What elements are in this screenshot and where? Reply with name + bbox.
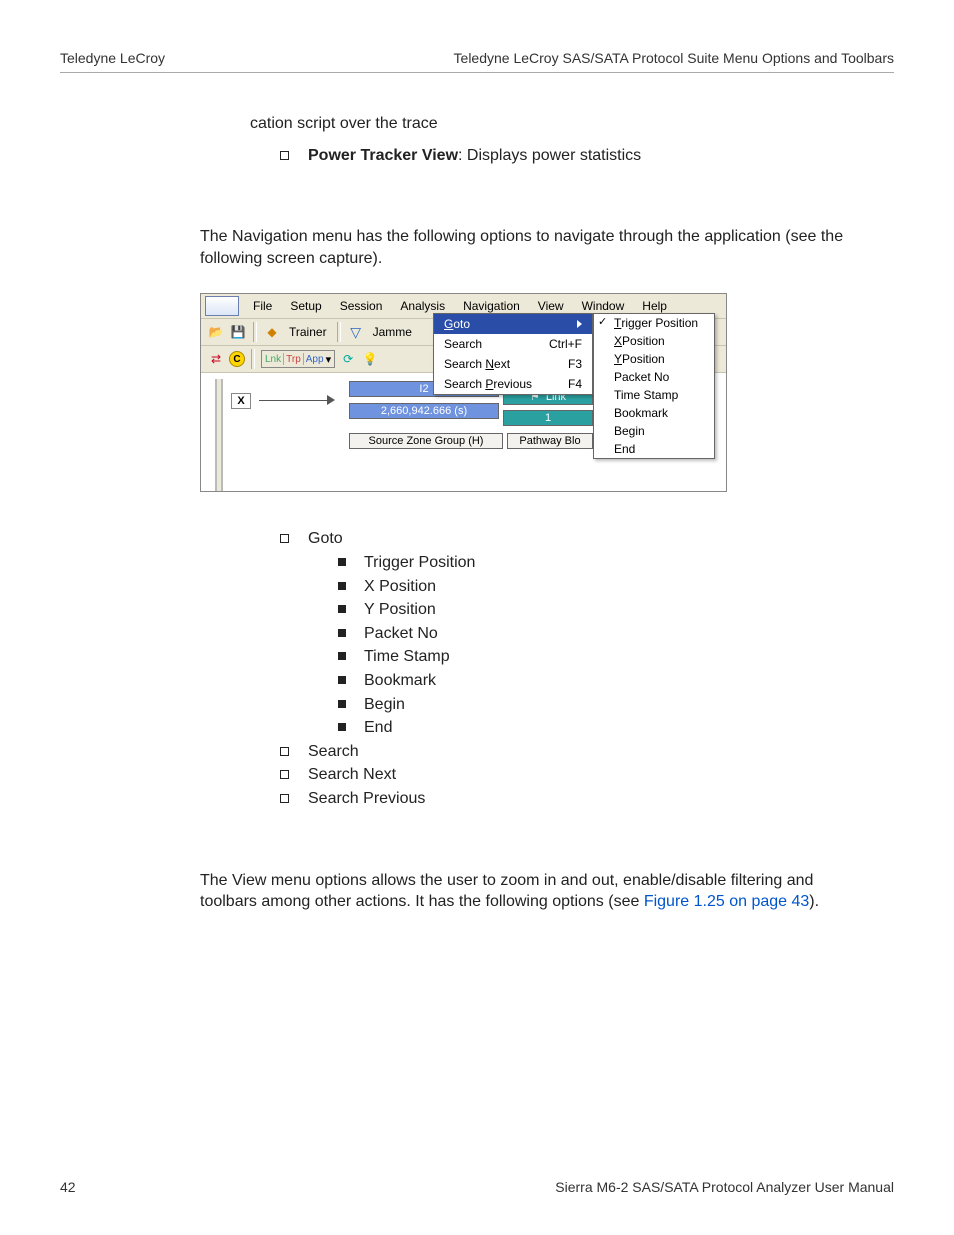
open-icon[interactable]: 📂 [207, 323, 225, 341]
refresh-icon[interactable]: ⟳ [339, 350, 357, 368]
li-search: Search [280, 741, 854, 763]
lnk-tab[interactable]: Lnk [265, 354, 281, 365]
top-fragment-line: cation script over the trace [250, 113, 854, 135]
x-cursor-icon[interactable]: X [231, 393, 251, 409]
nav-goto[interactable]: Goto [434, 314, 592, 334]
layer-dropdown-icon[interactable]: ▾ [326, 353, 332, 366]
goto-begin[interactable]: Begin [594, 422, 714, 440]
connect-icon[interactable]: ⇄ [207, 350, 225, 368]
navigation-dropdown: Goto Search Ctrl+F Search Next F3 Search… [433, 313, 593, 395]
save-icon[interactable]: 💾 [229, 323, 247, 341]
menu-file[interactable]: File [245, 297, 280, 315]
li-y: Y Position [338, 599, 854, 621]
page-footer: 42 Sierra M6-2 SAS/SATA Protocol Analyze… [60, 1179, 894, 1195]
goto-bookmark[interactable]: Bookmark [594, 404, 714, 422]
li-x: X Position [338, 576, 854, 598]
vertical-rule [215, 379, 223, 491]
footer-title: Sierra M6-2 SAS/SATA Protocol Analyzer U… [555, 1179, 894, 1195]
diamond-icon[interactable]: ◆ [263, 323, 281, 341]
li-timestamp: Time Stamp [338, 646, 854, 668]
nav-search-next[interactable]: Search Next F3 [434, 354, 592, 374]
power-tracker-desc: : Displays power statistics [458, 147, 641, 164]
submenu-arrow-icon [577, 320, 582, 328]
view-paragraph: The View menu options allows the user to… [200, 870, 854, 913]
jammer-button[interactable]: Jamme [369, 325, 416, 339]
layer-selector[interactable]: Lnk Trp App ▾ [261, 350, 335, 368]
nav-bullet-list: Goto Trigger Position X Position Y Posit… [280, 528, 854, 809]
cell-szg[interactable]: Source Zone Group (H) [349, 433, 503, 449]
goto-sublist: Trigger Position X Position Y Position P… [338, 552, 854, 739]
goto-y[interactable]: Y Position [594, 350, 714, 368]
li-bookmark: Bookmark [338, 670, 854, 692]
nav-search-prev[interactable]: Search Previous F4 [434, 374, 592, 394]
header-left: Teledyne LeCroy [60, 50, 165, 66]
goto-timestamp[interactable]: Time Stamp [594, 386, 714, 404]
power-tracker-label: Power Tracker View [308, 147, 458, 164]
app-tab[interactable]: App [306, 354, 324, 365]
bulb-icon[interactable]: 💡 [361, 350, 379, 368]
goto-end[interactable]: End [594, 440, 714, 458]
li-search-prev: Search Previous [280, 788, 854, 810]
li-end: End [338, 717, 854, 739]
trainer-button[interactable]: Trainer [285, 325, 331, 339]
li-begin: Begin [338, 694, 854, 716]
figure-link[interactable]: Figure 1.25 on page 43 [644, 893, 809, 910]
li-search-next: Search Next [280, 764, 854, 786]
cell-pb[interactable]: Pathway Blo [507, 433, 593, 449]
goto-packet[interactable]: Packet No [594, 368, 714, 386]
li-trigger: Trigger Position [338, 552, 854, 574]
navigation-paragraph: The Navigation menu has the following op… [200, 226, 854, 269]
power-tracker-bullet: Power Tracker View: Displays power stati… [280, 145, 854, 167]
goto-x[interactable]: X Position [594, 332, 714, 350]
goto-trigger[interactable]: Trigger Position [594, 314, 714, 332]
v-icon[interactable]: ▽ [347, 323, 365, 341]
menu-setup[interactable]: Setup [282, 297, 329, 315]
cell-one[interactable]: 1 [503, 410, 593, 426]
li-goto: Goto Trigger Position X Position Y Posit… [280, 528, 854, 738]
header-right: Teledyne LeCroy SAS/SATA Protocol Suite … [454, 50, 894, 66]
cell-time[interactable]: 2,660,942.666 (s) [349, 403, 499, 419]
page-number: 42 [60, 1179, 76, 1195]
nav-search[interactable]: Search Ctrl+F [434, 334, 592, 354]
goto-submenu: Trigger Position X Position Y Position P… [593, 313, 715, 459]
menu-session[interactable]: Session [332, 297, 391, 315]
li-packet: Packet No [338, 623, 854, 645]
trp-tab[interactable]: Trp [286, 354, 301, 365]
app-screenshot: File Setup Session Analysis Navigation V… [200, 293, 727, 492]
c-circle-icon[interactable]: C [229, 351, 245, 367]
arrow-icon [259, 393, 335, 407]
page-header: Teledyne LeCroy Teledyne LeCroy SAS/SATA… [60, 50, 894, 73]
app-icon [205, 296, 239, 316]
